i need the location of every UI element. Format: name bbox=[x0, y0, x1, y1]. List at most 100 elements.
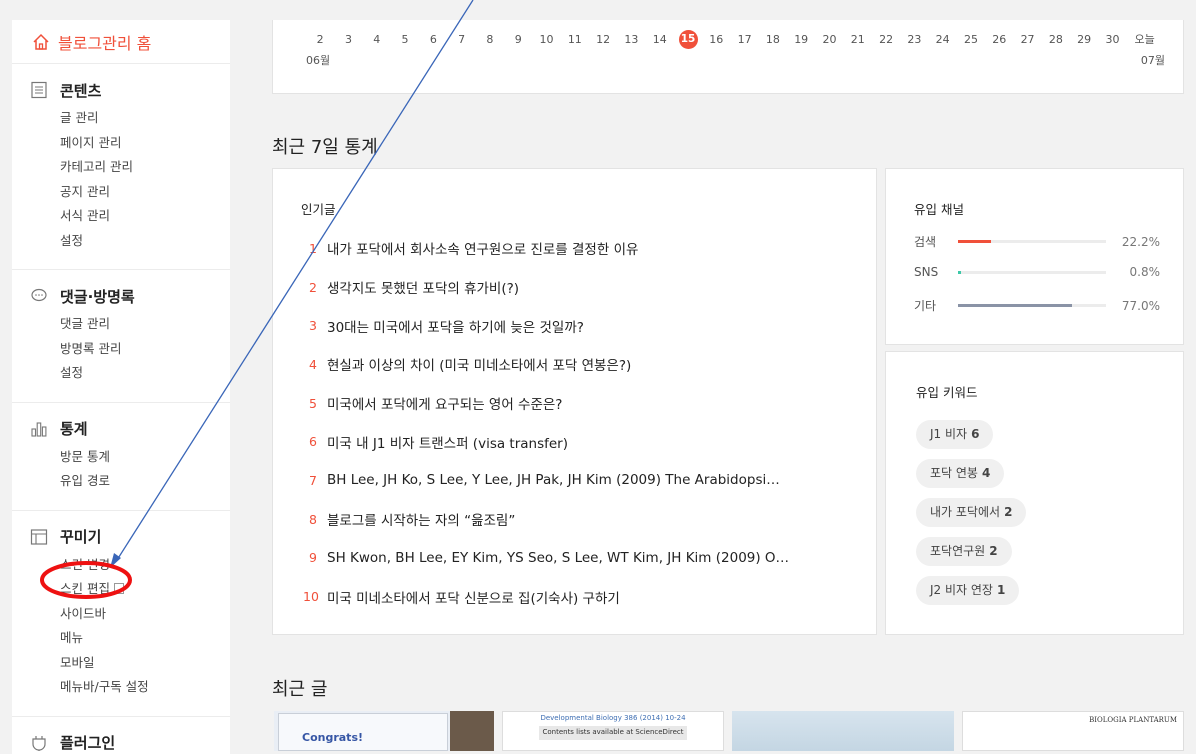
recent-post-thumb[interactable]: BIOLOGIA PLANTARUM bbox=[962, 711, 1184, 751]
post-rank: 4 bbox=[309, 356, 317, 372]
popular-post-item[interactable]: 3 30대는 미국에서 포닥을 하기에 늦은 것일까? bbox=[303, 306, 789, 345]
keyword-chip[interactable]: 내가 포닥에서 2 bbox=[916, 498, 1027, 527]
timeline-day[interactable]: 17 bbox=[730, 32, 758, 48]
timeline-day[interactable]: 20 bbox=[815, 32, 843, 48]
keyword-chip[interactable]: 포닥 연봉 4 bbox=[916, 459, 1005, 488]
popular-post-item[interactable]: 7 BH Lee, JH Ko, S Lee, Y Lee, JH Pak, JH… bbox=[303, 461, 789, 500]
timeline-day[interactable]: 5 bbox=[391, 32, 419, 48]
timeline-day-label: 5 bbox=[401, 33, 409, 46]
timeline-day[interactable]: 3 bbox=[334, 32, 362, 48]
post-title: 30대는 미국에서 포닥을 하기에 늦은 것일까? bbox=[327, 319, 584, 336]
sidebar-item-categories[interactable]: 카테고리 관리 bbox=[30, 155, 230, 180]
sidebar-item-skin-edit[interactable]: 스킨 편집 bbox=[30, 577, 230, 602]
post-title: 미국 내 J1 비자 트랜스퍼 (visa transfer) bbox=[327, 435, 568, 452]
popular-post-item[interactable]: 1 내가 포닥에서 회사소속 연구원으로 진로를 결정한 이유 bbox=[303, 229, 789, 268]
timeline-day-label: 2 bbox=[316, 33, 324, 46]
sidebar-item-sidebar[interactable]: 사이드바 bbox=[30, 602, 230, 627]
keyword-label: 내가 포닥에서 bbox=[930, 505, 1001, 519]
sidebar-item-content-settings[interactable]: 설정 bbox=[30, 229, 230, 254]
keyword-chip[interactable]: J1 비자 6 bbox=[916, 420, 994, 449]
sidebar-home-link[interactable]: 블로그관리 홈 bbox=[12, 20, 230, 64]
timeline-day-label: 25 bbox=[963, 33, 978, 46]
section-head-plugins[interactable]: 플러그인 bbox=[30, 731, 230, 754]
keyword-label: J2 비자 연장 bbox=[930, 583, 993, 597]
recent-post-thumb[interactable]: Congrats! bbox=[274, 711, 494, 751]
recent-post-thumb[interactable] bbox=[732, 711, 954, 751]
timeline-day[interactable]: 26 bbox=[985, 32, 1013, 48]
popular-post-item[interactable]: 8 블로그를 시작하는 자의 “읊조림” bbox=[303, 500, 789, 539]
sidebar-item-visit-stats[interactable]: 방문 통계 bbox=[30, 445, 230, 470]
section-title: 댓글·방명록 bbox=[60, 287, 135, 306]
channel-name: 검색 bbox=[914, 235, 937, 249]
popular-post-item[interactable]: 4 현실과 이상의 차이 (미국 미네소타에서 포닥 연봉은?) bbox=[303, 345, 789, 384]
popular-post-item[interactable]: 2 생각지도 못했던 포닥의 휴가비(?) bbox=[303, 268, 789, 307]
keyword-count: 6 bbox=[971, 427, 980, 441]
timeline-day[interactable]: 27 bbox=[1013, 32, 1041, 48]
home-label: 블로그관리 홈 bbox=[58, 33, 152, 53]
timeline-day-label: 11 bbox=[567, 33, 582, 46]
timeline-day[interactable]: 6 bbox=[419, 32, 447, 48]
sidebar-item-posts[interactable]: 글 관리 bbox=[30, 106, 230, 131]
timeline-day[interactable]: 22 bbox=[872, 32, 900, 48]
sidebar-item-comment-manage[interactable]: 댓글 관리 bbox=[30, 312, 230, 337]
sidebar-item-templates[interactable]: 서식 관리 bbox=[30, 204, 230, 229]
timeline-day[interactable]: 8 bbox=[476, 32, 504, 48]
timeline-day[interactable]: 19 bbox=[787, 32, 815, 48]
keyword-chip[interactable]: J2 비자 연장 1 bbox=[916, 576, 1020, 605]
sidebar-item-pages[interactable]: 페이지 관리 bbox=[30, 131, 230, 156]
sidebar-item-guestbook-manage[interactable]: 방명록 관리 bbox=[30, 337, 230, 362]
timeline-day[interactable]: 오늘 bbox=[1127, 32, 1163, 48]
popular-post-item[interactable]: 9 SH Kwon, BH Lee, EY Kim, YS Seo, S Lee,… bbox=[303, 539, 789, 578]
sidebar-item-referrers[interactable]: 유입 경로 bbox=[30, 469, 230, 494]
timeline-day[interactable]: 16 bbox=[702, 32, 730, 48]
post-title: 생각지도 못했던 포닥의 휴가비(?) bbox=[327, 281, 520, 298]
section-head-content[interactable]: 콘텐츠 bbox=[30, 78, 230, 102]
timeline-day[interactable]: 12 bbox=[589, 32, 617, 48]
post-title: 블로그를 시작하는 자의 “읊조림” bbox=[327, 513, 516, 530]
timeline-day[interactable]: 18 bbox=[759, 32, 787, 48]
sidebar-section-comments: 댓글·방명록 댓글 관리 방명록 관리 설정 bbox=[12, 270, 230, 403]
timeline-day[interactable]: 28 bbox=[1042, 32, 1070, 48]
timeline-day[interactable]: 13 bbox=[617, 32, 645, 48]
sidebar-item-mobile[interactable]: 모바일 bbox=[30, 651, 230, 676]
sidebar-section-design: 꾸미기 스킨 변경 스킨 편집 사이드바 메뉴 모바일 메뉴바/구독 설정 bbox=[12, 511, 230, 717]
section-head-design[interactable]: 꾸미기 bbox=[30, 525, 230, 549]
sidebar-item-skin-change[interactable]: 스킨 변경 bbox=[30, 553, 230, 578]
post-rank: 7 bbox=[309, 472, 317, 488]
popular-post-item[interactable]: 5 미국에서 포닥에게 요구되는 영어 수준은? bbox=[303, 384, 789, 423]
post-rank: 1 bbox=[309, 240, 317, 256]
visit-timeline: 2 3 4 5 6 7 8 9 10 11 12 13 14 15 16 17 18 19 20 21 22 23 24 25… bbox=[272, 20, 1184, 94]
sidebar-item-notices[interactable]: 공지 관리 bbox=[30, 180, 230, 205]
keyword-chip[interactable]: 포닥연구원 2 bbox=[916, 537, 1012, 566]
timeline-day[interactable]: 2 bbox=[306, 32, 334, 48]
timeline-day[interactable]: 30 bbox=[1098, 32, 1126, 48]
timeline-day[interactable]: 24 bbox=[929, 32, 957, 48]
timeline-day[interactable]: 9 bbox=[504, 32, 532, 48]
timeline-day[interactable]: 4 bbox=[363, 32, 391, 48]
sidebar-item-menu[interactable]: 메뉴 bbox=[30, 626, 230, 651]
post-title: 내가 포닥에서 회사소속 연구원으로 진로를 결정한 이유 bbox=[327, 242, 639, 259]
timeline-day-active[interactable]: 15 bbox=[674, 30, 702, 49]
timeline-day[interactable]: 21 bbox=[844, 32, 872, 48]
timeline-day[interactable]: 23 bbox=[900, 32, 928, 48]
external-link-icon bbox=[113, 583, 124, 594]
timeline-day[interactable]: 10 bbox=[532, 32, 560, 48]
recent-post-thumb[interactable]: Developmental Biology 386 (2014) 10-24 C… bbox=[502, 711, 724, 751]
channel-name: 기타 bbox=[914, 299, 937, 313]
timeline-day[interactable]: 11 bbox=[561, 32, 589, 48]
thumb-text: Congrats! bbox=[302, 731, 364, 744]
timeline-day[interactable]: 29 bbox=[1070, 32, 1098, 48]
popular-post-item[interactable]: 10 미국 미네소타에서 포닥 신분으로 집(기숙사) 구하기 bbox=[303, 577, 789, 616]
section-head-stats[interactable]: 통계 bbox=[30, 417, 230, 441]
popular-post-item[interactable]: 6 미국 내 J1 비자 트랜스퍼 (visa transfer) bbox=[303, 422, 789, 461]
section-title: 플러그인 bbox=[60, 734, 116, 752]
section-head-comments[interactable]: 댓글·방명록 bbox=[30, 284, 230, 308]
timeline-day-label: 28 bbox=[1048, 33, 1063, 46]
timeline-day[interactable]: 14 bbox=[646, 32, 674, 48]
timeline-day[interactable]: 25 bbox=[957, 32, 985, 48]
keywords-title: 유입 키워드 bbox=[916, 385, 978, 400]
sidebar-item-menubar-settings[interactable]: 메뉴바/구독 설정 bbox=[30, 675, 230, 700]
timeline-day-label: 23 bbox=[907, 33, 922, 46]
sidebar-item-comment-settings[interactable]: 설정 bbox=[30, 361, 230, 386]
timeline-day[interactable]: 7 bbox=[447, 32, 475, 48]
